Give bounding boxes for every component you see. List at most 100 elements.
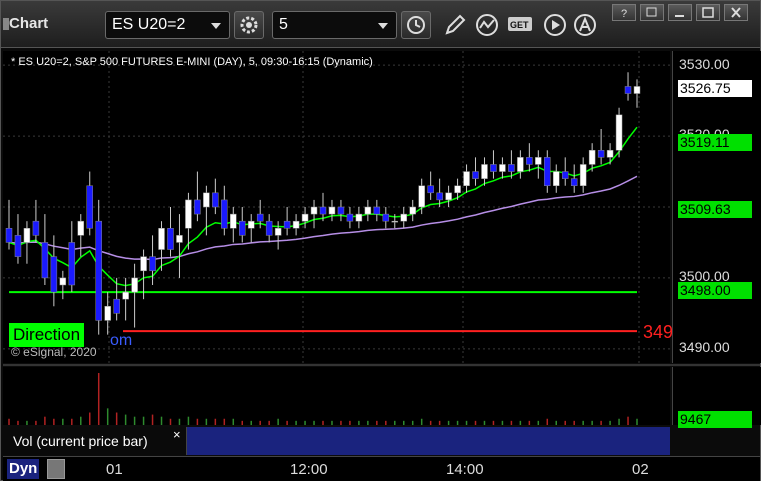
price-tick: 3490.00 — [679, 339, 730, 355]
time-label: 02 — [632, 461, 649, 478]
candle-body — [391, 220, 399, 223]
candle-body — [230, 213, 237, 229]
chart-info-line: * ES U20=2, S&P 500 FUTURES E-MINI (DAY)… — [11, 56, 373, 68]
candle-body — [104, 306, 111, 321]
candle-body — [86, 185, 93, 229]
candle-body — [427, 185, 434, 194]
dynamic-label[interactable]: Dyn — [7, 459, 40, 479]
candle-body — [597, 150, 605, 158]
play-button[interactable] — [541, 11, 569, 39]
candle-body — [212, 192, 219, 208]
candle-body — [247, 220, 255, 229]
candle-body — [140, 256, 147, 272]
volume-plot[interactable] — [3, 367, 670, 425]
candle-body — [167, 228, 174, 250]
candle-body — [292, 220, 300, 229]
candle-body — [382, 213, 390, 222]
svg-text:GET: GET — [510, 20, 529, 30]
candle-body — [490, 164, 497, 172]
candle-body — [319, 206, 327, 215]
candle-body — [122, 291, 129, 300]
candle-body — [633, 86, 641, 94]
alert-button[interactable] — [571, 11, 599, 39]
candle-body — [203, 192, 210, 208]
candle-body — [624, 86, 632, 94]
price-axis[interactable]: 3530.00 3526.75 3520.00 3519.11 3509.63 … — [672, 51, 761, 363]
time-button[interactable] — [401, 11, 431, 39]
symbol-combo[interactable]: ES U20=2 — [105, 11, 230, 39]
candle-body — [95, 220, 102, 321]
candle-body — [59, 277, 67, 286]
candle-body — [194, 199, 201, 215]
candle-body — [579, 164, 587, 186]
time-label: 12:00 — [290, 461, 328, 478]
draw-button[interactable] — [441, 11, 469, 39]
candle-body — [68, 242, 76, 286]
study-legend-bar: Vol (current price bar) × — [3, 427, 670, 455]
candle-body — [239, 220, 246, 236]
candle-body — [481, 164, 488, 179]
candle-body — [185, 199, 192, 229]
candle-body — [265, 220, 273, 236]
candle-body — [373, 206, 381, 215]
copyright-text: © eSignal, 2020 — [11, 345, 97, 359]
study-icon — [476, 14, 498, 36]
close-icon[interactable]: × — [173, 427, 181, 442]
candle-body — [561, 171, 569, 179]
candle-body — [256, 213, 264, 222]
candle-body — [32, 220, 40, 236]
volume-chart-svg — [8, 373, 638, 425]
price-plot[interactable]: * ES U20=2, S&P 500 FUTURES E-MINI (DAY)… — [3, 51, 673, 363]
settings-button[interactable] — [234, 11, 264, 39]
close-button[interactable] — [724, 4, 748, 21]
help-button[interactable]: ? — [612, 4, 636, 21]
chevron-down-icon — [378, 23, 388, 29]
candle-body — [364, 206, 372, 215]
candle-body — [149, 256, 156, 272]
volume-badge: 9467 — [678, 411, 752, 428]
last-price-badge: 3526.75 — [678, 80, 752, 97]
dynamic-toggle-icon[interactable] — [47, 459, 65, 479]
interval-value: 5 — [279, 16, 288, 33]
candle-body — [337, 206, 345, 215]
candle-body — [588, 150, 596, 165]
candle-body — [355, 213, 363, 222]
time-axis[interactable]: Dyn 01 12:00 14:00 02 — [3, 456, 760, 481]
candle-body — [113, 298, 120, 314]
restore-icon — [646, 7, 657, 17]
volume-legend-label: Vol (current price bar) — [13, 433, 148, 449]
price-chart-svg — [3, 51, 670, 363]
candle-body — [606, 150, 614, 158]
pane-separator[interactable] — [3, 364, 760, 366]
window-title: Chart — [9, 15, 49, 32]
candle-body — [463, 171, 470, 186]
minimize-button[interactable] — [668, 4, 692, 21]
chevron-down-icon — [211, 23, 221, 29]
pencil-icon — [445, 14, 466, 35]
studies-button[interactable] — [473, 11, 501, 39]
candle-body — [526, 157, 533, 165]
svg-text:?: ? — [621, 8, 627, 20]
get-button[interactable]: GET — [506, 11, 534, 39]
candle-body — [454, 185, 461, 194]
alert-icon — [574, 14, 596, 36]
candle-body — [221, 199, 228, 229]
candle-body — [14, 235, 22, 257]
candle-body — [615, 114, 623, 151]
candle-body — [553, 171, 560, 186]
level-badge: 3498.00 — [678, 282, 752, 299]
symbol-value: ES U20=2 — [112, 16, 186, 33]
candle-body — [23, 228, 31, 243]
maximize-button[interactable] — [696, 4, 720, 21]
direction-label: Direction — [9, 323, 85, 347]
get-icon: GET — [508, 17, 532, 31]
volume-legend[interactable]: Vol (current price bar) × — [3, 427, 187, 455]
play-icon — [544, 14, 566, 36]
direction-suffix: om — [110, 332, 133, 349]
restore-button[interactable] — [640, 4, 664, 21]
ma-mid-badge: 3509.63 — [678, 201, 752, 218]
interval-combo[interactable]: 5 — [272, 11, 397, 39]
minimize-icon — [675, 15, 684, 17]
candle-body — [508, 164, 515, 172]
candle-body — [418, 185, 425, 208]
